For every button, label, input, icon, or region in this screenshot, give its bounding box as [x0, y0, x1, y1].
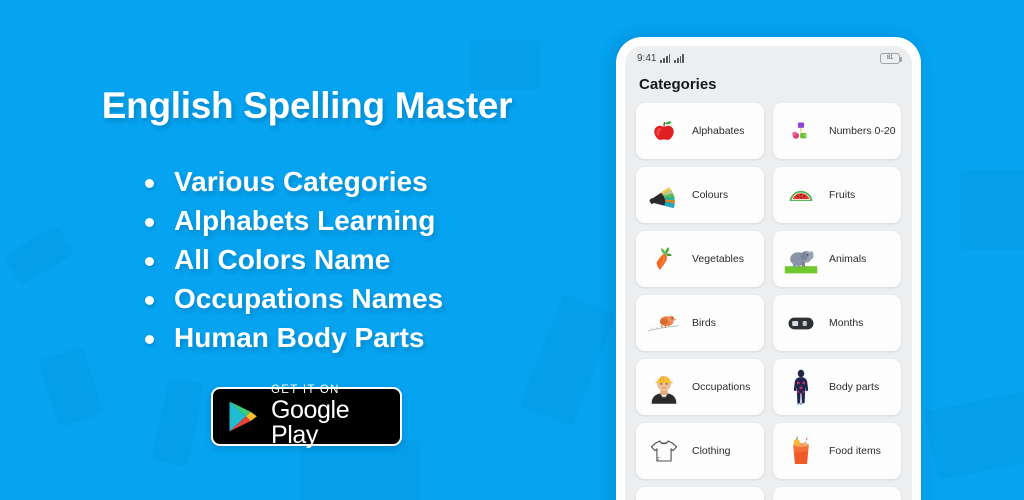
category-label: Animals	[829, 253, 867, 265]
tshirt-icon	[645, 431, 683, 471]
battery-icon: 81	[880, 52, 902, 64]
status-bar-clock: 9:41	[637, 52, 657, 64]
watermark-shape	[924, 389, 1024, 480]
feature-label: Human Body Parts	[174, 322, 425, 353]
feature-list-item: Alphabets Learning	[138, 201, 443, 240]
feature-list-item: All Colors Name	[138, 240, 443, 279]
placeholder-icon	[645, 495, 683, 500]
category-card-months[interactable]: Months	[773, 295, 901, 351]
category-card-animals[interactable]: Animals	[773, 231, 901, 287]
construction-worker-icon	[645, 367, 683, 407]
category-card-alphabates[interactable]: Alphabates	[636, 103, 764, 159]
apple-icon	[645, 111, 683, 151]
elephant-icon	[782, 239, 820, 279]
google-play-badge-button[interactable]: GET IT ON Google Play	[211, 383, 402, 450]
bird-on-branch-icon	[645, 303, 683, 343]
carrot-icon	[645, 239, 683, 279]
watermark-shape	[960, 170, 1024, 250]
human-body-icon	[782, 367, 820, 407]
number-blocks-icon	[782, 111, 820, 151]
calendar-pill-icon	[782, 303, 820, 343]
badge-wordmark: Google Play	[271, 396, 350, 450]
color-swatch-fan-icon	[645, 175, 683, 215]
category-label: Birds	[692, 317, 716, 329]
badge-eyebrow: GET IT ON	[271, 383, 340, 396]
status-bar-left: 9:41	[637, 53, 684, 64]
screen-title: Categories	[625, 70, 912, 103]
category-label: Clothing	[692, 445, 731, 457]
google-play-text: GET IT ON Google Play	[271, 383, 400, 450]
google-play-logo-icon	[229, 401, 257, 432]
category-label: Fruits	[829, 189, 856, 201]
feature-list-item: Occupations Names	[138, 279, 443, 318]
category-card-body-parts[interactable]: Body parts	[773, 359, 901, 415]
category-card-food-items[interactable]: Food items	[773, 423, 901, 479]
bullet-icon	[145, 179, 154, 188]
category-label: Vegetables	[692, 253, 744, 265]
category-grid: Alphabates Numbers 0-20 Colours Fruits V…	[625, 103, 912, 500]
feature-label: Alphabets Learning	[174, 205, 436, 236]
bullet-icon	[145, 218, 154, 227]
category-card-numbers[interactable]: Numbers 0-20	[773, 103, 901, 159]
status-bar: 9:41 81	[625, 46, 912, 70]
feature-label: All Colors Name	[174, 244, 391, 275]
signal-bars-icon	[660, 53, 671, 63]
category-card-fruits[interactable]: Fruits	[773, 167, 901, 223]
feature-label: Various Categories	[174, 166, 428, 197]
feature-list-item: Various Categories	[138, 162, 443, 201]
category-card-colours[interactable]: Colours	[636, 167, 764, 223]
category-label: Colours	[692, 189, 729, 201]
category-card-partial[interactable]	[773, 487, 901, 500]
category-card-vegetables[interactable]: Vegetables	[636, 231, 764, 287]
feature-list: Various Categories Alphabets Learning Al…	[138, 162, 443, 357]
watermelon-icon	[782, 175, 820, 215]
juice-glass-icon	[782, 431, 820, 471]
battery-level-label: 81	[886, 55, 894, 61]
page-title: English Spelling Master	[101, 85, 513, 126]
category-card-birds[interactable]: Birds	[636, 295, 764, 351]
category-label: Food items	[829, 445, 881, 457]
signal-bars-icon	[674, 53, 684, 63]
category-label: Numbers 0-20	[829, 125, 896, 137]
category-label: Body parts	[829, 381, 880, 393]
promo-panel: English Spelling Master Various Categori…	[0, 0, 614, 500]
category-card-clothing[interactable]: Clothing	[636, 423, 764, 479]
feature-label: Occupations Names	[174, 283, 444, 314]
bullet-icon	[145, 335, 154, 344]
phone-mockup: 9:41 81 Categories Alphabates Numbers 0-…	[616, 37, 921, 500]
placeholder-icon	[782, 495, 820, 500]
category-label: Alphabates	[692, 125, 745, 137]
bullet-icon	[145, 296, 154, 305]
category-label: Occupations	[692, 381, 751, 393]
category-card-occupations[interactable]: Occupations	[636, 359, 764, 415]
bullet-icon	[145, 257, 154, 266]
category-label: Months	[829, 317, 864, 329]
phone-screen: 9:41 81 Categories Alphabates Numbers 0-…	[625, 46, 912, 500]
category-card-partial[interactable]	[636, 487, 764, 500]
feature-list-item: Human Body Parts	[138, 318, 443, 357]
